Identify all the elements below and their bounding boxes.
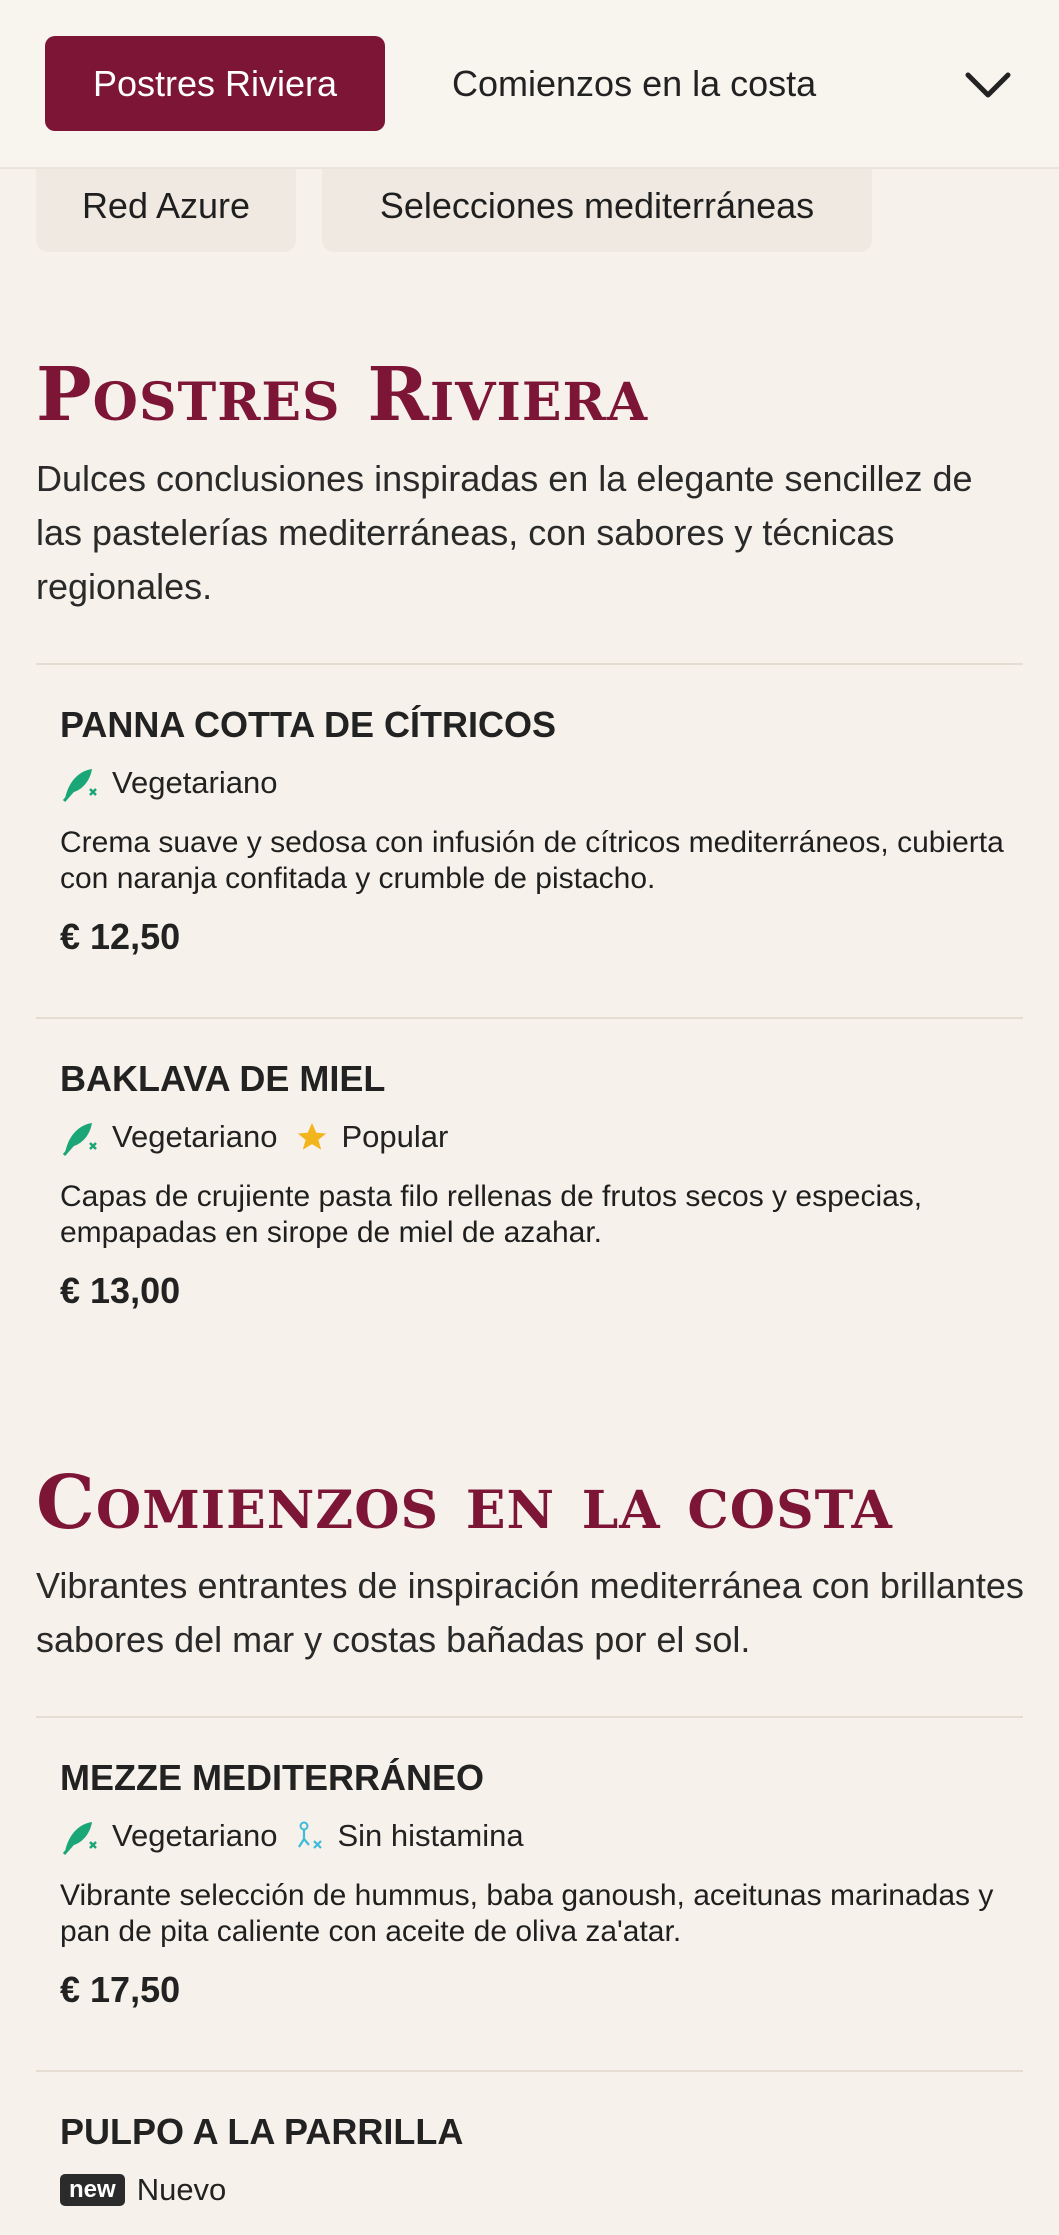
section-title: Comienzos en la costa xyxy=(36,1460,893,1546)
divider xyxy=(36,1716,1023,1718)
item-description: Vibrante selección de hummus, baba ganou… xyxy=(60,1879,994,1948)
category-nav-bar: Postres Riviera Comienzos en la costa xyxy=(0,0,1059,169)
tag-histamine-free: Sin histamina xyxy=(295,1818,524,1854)
menu-item[interactable]: PULPO A LA PARRILLA new Nuevo xyxy=(60,2110,1020,2210)
tab-red-azure[interactable]: Red Azure xyxy=(36,160,296,252)
section-description: Vibrantes entrantes de inspiración medit… xyxy=(36,1565,1024,1660)
tag-label: Sin histamina xyxy=(337,1818,524,1853)
menu-item[interactable]: MEZZE MEDITERRÁNEO Vegetariano Sin hista… xyxy=(60,1756,1020,2012)
item-description: Capas de crujiente pasta filo rellenas d… xyxy=(60,1180,923,1249)
item-name: BAKLAVA DE MIEL xyxy=(60,1058,386,1099)
item-price: € 13,00 xyxy=(60,1270,181,1311)
divider xyxy=(36,663,1023,665)
tag-new: new Nuevo xyxy=(60,2172,226,2208)
new-badge-icon: new xyxy=(60,2174,125,2206)
menu-item[interactable]: BAKLAVA DE MIEL Vegetariano Popular Capa… xyxy=(60,1057,1020,1313)
tag-vegetarian: Vegetariano xyxy=(60,763,277,803)
item-name: MEZZE MEDITERRÁNEO xyxy=(60,1757,485,1798)
item-price: € 17,50 xyxy=(60,1969,181,2010)
item-name: PANNA COTTA DE CÍTRICOS xyxy=(60,704,556,745)
tag-label: Vegetariano xyxy=(112,1119,278,1154)
item-price: € 12,50 xyxy=(60,916,181,957)
tag-label: Nuevo xyxy=(136,2172,227,2207)
divider xyxy=(36,2070,1023,2072)
tag-vegetarian: Vegetariano xyxy=(60,1816,277,1856)
star-icon xyxy=(298,1122,327,1150)
section-description: Dulces conclusiones inspiradas en la ele… xyxy=(36,458,973,607)
item-tags: new Nuevo xyxy=(60,2170,1020,2210)
leaf-icon xyxy=(62,769,97,802)
item-description: Crema suave y sedosa con infusión de cít… xyxy=(60,826,1004,895)
tab-postres-riviera[interactable]: Postres Riviera xyxy=(45,36,385,131)
tab-comienzos-en-la-costa[interactable]: Comienzos en la costa xyxy=(452,36,816,131)
item-tags: Vegetariano Sin histamina xyxy=(60,1816,1020,1856)
item-tags: Vegetariano Popular xyxy=(60,1117,1020,1157)
tag-label: Popular xyxy=(341,1119,449,1154)
leaf-icon xyxy=(62,1822,97,1855)
chevron-down-icon[interactable] xyxy=(958,55,1018,115)
tag-label: Vegetariano xyxy=(112,765,278,800)
tag-popular: Popular xyxy=(295,1119,448,1155)
tag-vegetarian: Vegetariano xyxy=(60,1117,277,1157)
leaf-icon xyxy=(62,1123,97,1156)
section-title: Postres Riviera xyxy=(36,352,649,438)
item-tags: Vegetariano xyxy=(60,763,1020,803)
tab-selecciones-mediterraneas[interactable]: Selecciones mediterráneas xyxy=(322,160,872,252)
divider xyxy=(36,1017,1023,1019)
tag-label: Vegetariano xyxy=(112,1818,278,1853)
item-name: PULPO A LA PARRILLA xyxy=(60,2111,464,2152)
menu-item[interactable]: PANNA COTTA DE CÍTRICOS Vegetariano Crem… xyxy=(60,703,1020,959)
histamine-free-icon xyxy=(298,1821,323,1849)
